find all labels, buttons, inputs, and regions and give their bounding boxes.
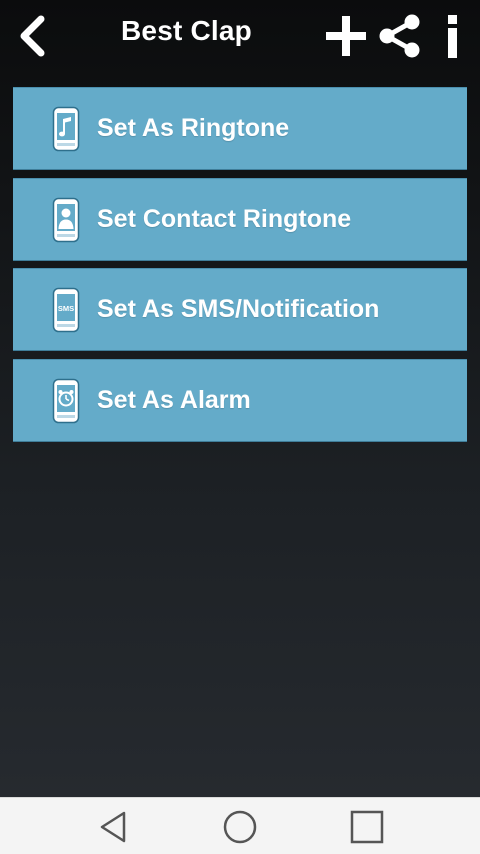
nav-recents-button[interactable]	[337, 806, 397, 848]
page-title: Best Clap	[121, 15, 252, 46]
set-as-alarm-button[interactable]: Set As Alarm	[13, 358, 467, 442]
set-contact-ringtone-button[interactable]: Set Contact Ringtone	[13, 177, 467, 261]
nav-recents-square-icon	[350, 810, 384, 844]
nav-back-button[interactable]	[83, 806, 143, 848]
add-button[interactable]	[322, 10, 370, 62]
phone-music-note-icon	[52, 106, 80, 152]
phone-contact-icon	[52, 197, 80, 242]
app-bar: Best Clap	[0, 0, 480, 72]
nav-back-triangle-icon	[100, 811, 126, 843]
plus-icon	[326, 16, 366, 56]
menu-item-label: Set As SMS/Notification	[97, 295, 380, 324]
menu-item-label: Set As Ringtone	[97, 114, 290, 142]
system-navigation-bar	[0, 797, 480, 854]
svg-text:SMS: SMS	[58, 304, 74, 313]
nav-home-circle-icon	[223, 810, 257, 844]
phone-sms-icon: SMS	[52, 287, 80, 333]
share-icon	[379, 14, 420, 58]
info-button[interactable]	[432, 10, 474, 62]
nav-home-button[interactable]	[210, 806, 270, 848]
back-arrow-icon	[20, 15, 45, 57]
info-icon	[448, 15, 457, 58]
ringtone-options-list: Set As Ringtone Set Contact Ringtone SMS…	[13, 87, 467, 449]
phone-alarm-clock-icon	[52, 378, 80, 424]
set-as-ringtone-button[interactable]: Set As Ringtone	[13, 87, 467, 170]
back-button[interactable]	[8, 10, 56, 62]
share-button[interactable]	[374, 10, 426, 62]
set-as-sms-notification-button[interactable]: SMS Set As SMS/Notification	[13, 268, 467, 352]
menu-item-label: Set As Alarm	[97, 385, 251, 414]
menu-item-label: Set Contact Ringtone	[97, 204, 352, 233]
